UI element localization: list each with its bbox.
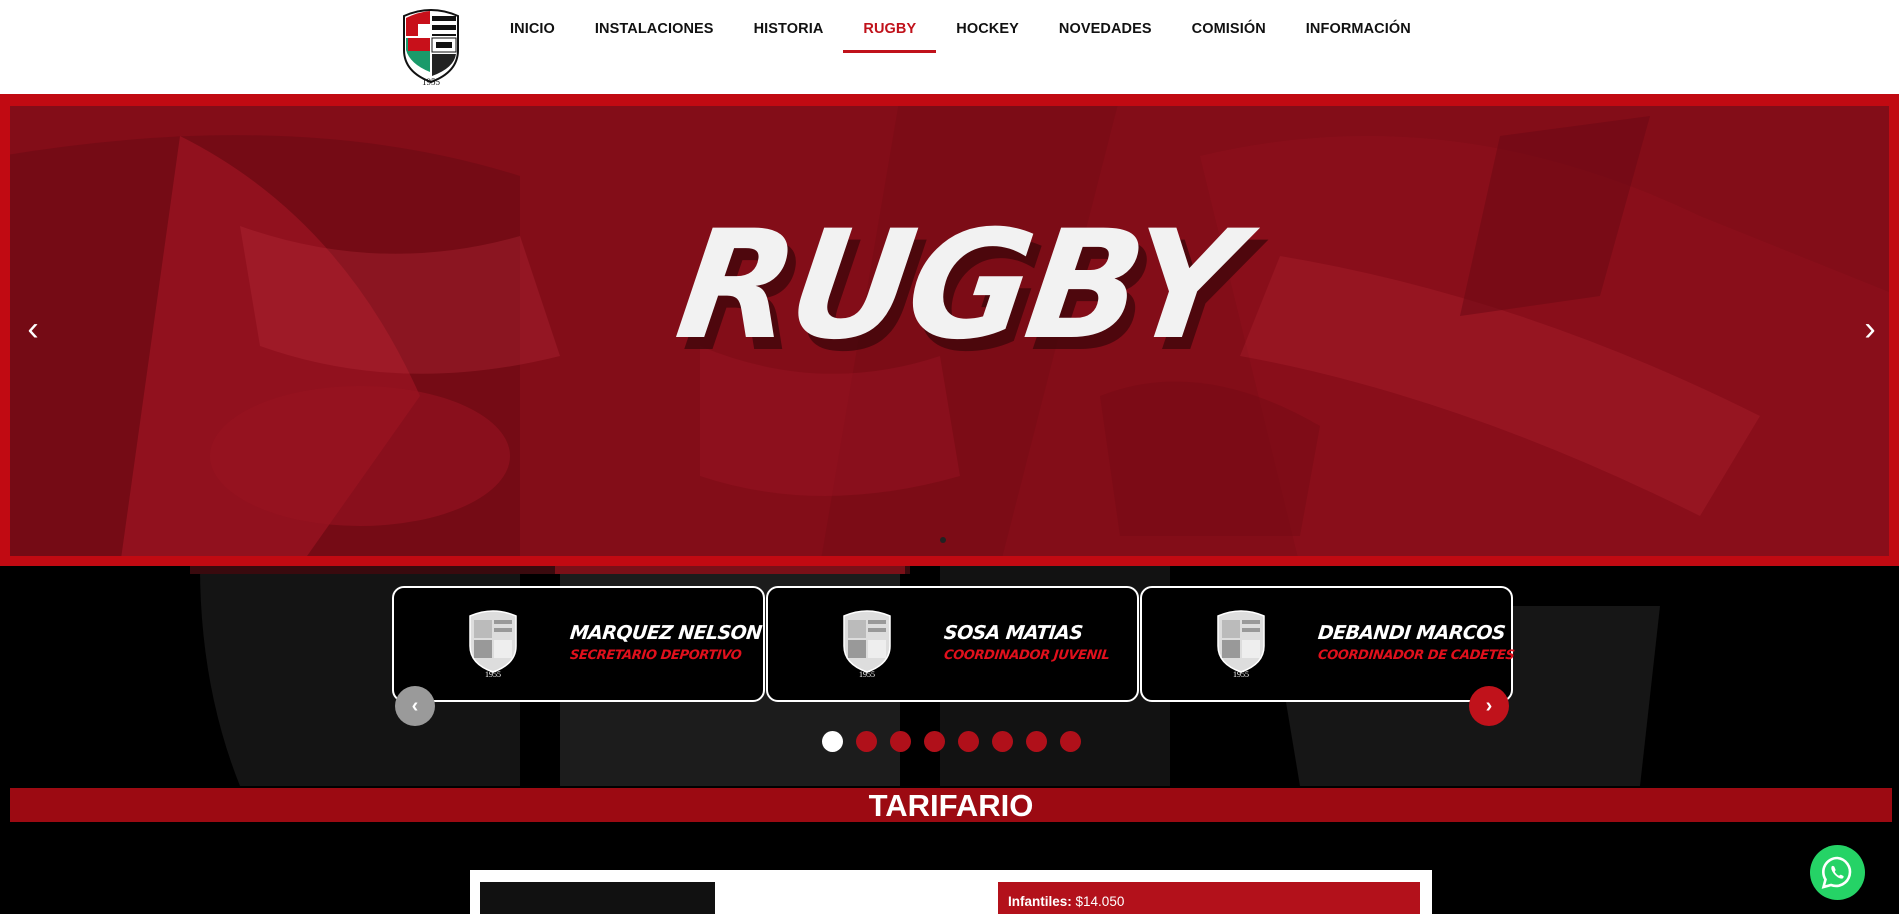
staff-card[interactable]: 1955 DEBANDI MARCOS COORDINADOR DE CADET…	[1140, 586, 1516, 702]
tarifario-banner: TARIFARIO	[10, 788, 1892, 823]
chevron-left-icon[interactable]: ‹	[18, 312, 48, 346]
carousel-dot[interactable]	[1026, 731, 1047, 752]
nav-hockey[interactable]: HOCKEY	[936, 0, 1039, 56]
staff-name: DEBANDI MARCOS	[1316, 622, 1507, 644]
staff-role: COORDINADOR JUVENIL	[943, 648, 1111, 663]
carousel-dot[interactable]	[1060, 731, 1081, 752]
club-logo-icon: 1955	[1217, 610, 1265, 678]
carousel-dot[interactable]	[856, 731, 877, 752]
site-header: 1955 INICIO INSTALACIONES HISTORIA RUGBY…	[0, 0, 1899, 96]
carousel-pagination	[822, 731, 1081, 752]
carousel-prev-button[interactable]: ‹	[395, 686, 435, 726]
main-nav: INICIO INSTALACIONES HISTORIA RUGBY HOCK…	[490, 0, 1431, 56]
logo-year: 1955	[1233, 670, 1249, 678]
carousel-dot[interactable]	[890, 731, 911, 752]
staff-card[interactable]: 1955 MARQUEZ NELSON SECRETARIO DEPORTIVO	[392, 586, 765, 702]
nav-historia[interactable]: HISTORIA	[734, 0, 844, 56]
staff-name: MARQUEZ NELSON	[568, 622, 763, 644]
logo-year: 1955	[485, 670, 501, 678]
carousel-dot[interactable]	[958, 731, 979, 752]
nav-instalaciones[interactable]: INSTALACIONES	[575, 0, 734, 56]
price-table: Infantiles: $14.050	[470, 870, 1432, 914]
hero-slide-indicator[interactable]	[940, 537, 946, 543]
nav-novedades[interactable]: NOVEDADES	[1039, 0, 1172, 56]
carousel-next-button[interactable]: ›	[1469, 686, 1509, 726]
nav-comision[interactable]: COMISIÓN	[1172, 0, 1286, 56]
nav-rugby[interactable]: RUGBY	[843, 0, 937, 56]
club-logo-icon: 1955	[843, 610, 891, 678]
logo-year: 1955	[422, 77, 441, 87]
club-logo[interactable]: 1955	[396, 6, 466, 88]
nav-inicio[interactable]: INICIO	[490, 0, 575, 56]
price-item-value: $14.050	[1075, 894, 1125, 909]
tarifario-title: TARIFARIO	[868, 788, 1034, 823]
carousel-dot[interactable]	[924, 731, 945, 752]
staff-card[interactable]: 1955 SOSA MATIAS COORDINADOR JUVENIL	[766, 586, 1139, 702]
hero-title: RUGBY	[667, 199, 1248, 373]
hero-title-wrap: RUGBY	[668, 199, 1248, 376]
whatsapp-icon	[1821, 856, 1852, 889]
club-logo-icon: 1955	[469, 610, 517, 678]
carousel-dot[interactable]	[822, 731, 843, 752]
logo-year: 1955	[859, 670, 875, 678]
price-image	[480, 882, 715, 914]
staff-name: SOSA MATIAS	[942, 622, 1084, 644]
price-item-label: Infantiles:	[1008, 894, 1072, 909]
nav-informacion[interactable]: INFORMACIÓN	[1286, 0, 1431, 56]
price-item: Infantiles: $14.050	[998, 882, 1420, 914]
staff-carousel: 1955 MARQUEZ NELSON SECRETARIO DEPORTIVO…	[0, 566, 1899, 786]
carousel-dot[interactable]	[992, 731, 1013, 752]
hero-slider: RUGBY ‹ ›	[0, 96, 1899, 566]
staff-cards: 1955 MARQUEZ NELSON SECRETARIO DEPORTIVO…	[392, 586, 1516, 702]
chevron-right-icon[interactable]: ›	[1855, 312, 1885, 346]
staff-role: SECRETARIO DEPORTIVO	[569, 648, 743, 663]
staff-role: COORDINADOR DE CADETES	[1317, 648, 1516, 663]
whatsapp-button[interactable]	[1810, 845, 1865, 900]
